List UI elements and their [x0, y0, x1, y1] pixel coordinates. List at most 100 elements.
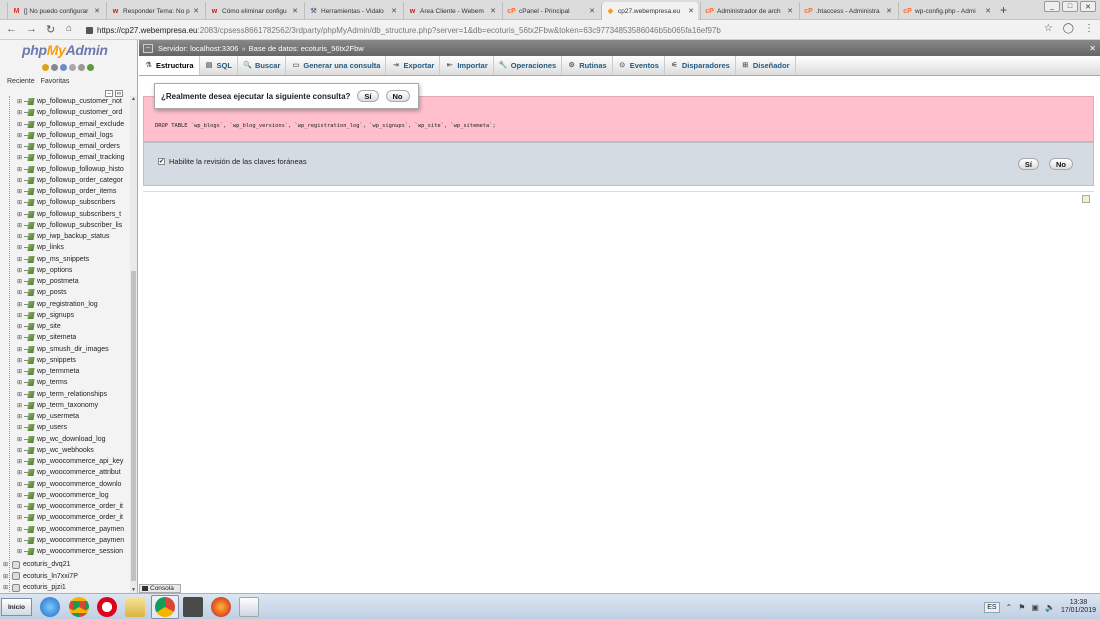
url-field[interactable]: https://cp27.webempresa.eu:2083/cpsess86… [86, 23, 1056, 37]
expand-icon[interactable]: ⊞ [17, 402, 24, 409]
yes-button[interactable]: Sí [1017, 158, 1039, 170]
expand-icon[interactable]: ⊞ [17, 188, 24, 195]
expand-icon[interactable]: ⊞ [17, 222, 24, 229]
tree-table-item[interactable]: ⊞ wp_woocommerce_order_it [17, 512, 129, 523]
tree-table-item[interactable]: ⊞ wp_term_relationships [17, 389, 129, 400]
language-indicator[interactable]: ES [984, 601, 1000, 613]
network-icon[interactable]: ▣ [1031, 603, 1039, 612]
expand-icon[interactable]: ⊞ [17, 301, 24, 308]
flag-icon[interactable]: ⚑ [1018, 603, 1025, 612]
tree-table-item[interactable]: ⊞ wp_woocommerce_paymen [17, 535, 129, 546]
expand-icon[interactable]: ⊞ [17, 469, 24, 476]
recent-tab[interactable]: Reciente [7, 78, 35, 85]
maximize-icon[interactable]: □ [1062, 1, 1078, 12]
java-icon[interactable] [239, 597, 259, 617]
expand-icon[interactable]: ⊞ [17, 98, 24, 105]
browser-tab[interactable]: cP .htaccess - Administra ✕ [799, 2, 896, 20]
tree-table-item[interactable]: ⊞ wp_registration_log [17, 299, 129, 310]
home-icon[interactable]: ⌂ [66, 23, 72, 34]
browser-tab[interactable]: w Responder Tema: No p ✕ [106, 2, 203, 20]
extension-icon[interactable]: ◯ [1063, 23, 1074, 34]
home-icon[interactable] [42, 64, 49, 71]
firefox-icon[interactable] [211, 597, 231, 617]
phpmyadmin-logo[interactable]: phpMyAdmin [22, 42, 108, 58]
expand-icon[interactable]: ⊞ [17, 256, 24, 263]
expand-icon[interactable]: ⊞ [17, 233, 24, 240]
expand-icon[interactable]: ⊞ [17, 413, 24, 420]
tab-close-icon[interactable]: ✕ [94, 7, 100, 15]
tree-table-item[interactable]: ⊞ wp_options [17, 265, 129, 276]
console-toggle[interactable]: Consola [139, 584, 181, 593]
tree-table-item[interactable]: ⊞ wp_termmeta [17, 366, 129, 377]
browser-tab[interactable]: ◆ cp27.webempresa.eu ✕ [601, 2, 698, 20]
tree-table-item[interactable]: ⊞ wp_iwp_backup_status [17, 231, 129, 242]
tab-export[interactable]: ⇥ Exportar [386, 56, 441, 75]
browser-tab[interactable]: w Área Cliente - Webem ✕ [403, 2, 500, 20]
close-window-icon[interactable]: ✕ [1080, 1, 1096, 12]
expand-icon[interactable]: ⊞ [17, 368, 24, 375]
browser-tab[interactable]: cP wp-config.php - Admi ✕ [898, 2, 995, 20]
tab-close-icon[interactable]: ✕ [787, 7, 793, 15]
expand-icon[interactable]: ⊞ [17, 267, 24, 274]
expand-icon[interactable]: ⊞ [17, 346, 24, 353]
expand-icon[interactable]: ⊞ [17, 244, 24, 251]
tree-table-item[interactable]: ⊞ wp_woocommerce_paymen [17, 524, 129, 535]
expand-icon[interactable]: ⊞ [17, 334, 24, 341]
expand-icon[interactable]: ⊞ [17, 357, 24, 364]
expand-icon[interactable]: ⊞ [17, 526, 24, 533]
expand-icon[interactable]: ⊞ [17, 132, 24, 139]
chrome-active-icon[interactable] [155, 597, 175, 617]
bookmark-star-icon[interactable]: ☆ [1044, 23, 1053, 34]
start-button[interactable]: Inicio [1, 598, 32, 616]
expand-icon[interactable]: ⊞ [17, 121, 24, 128]
reload-icon[interactable]: ↻ [46, 23, 55, 36]
scrollbar-thumb[interactable] [131, 271, 136, 581]
expand-icon[interactable]: ⊞ [17, 109, 24, 116]
tree-table-item[interactable]: ⊞ wp_followup_subscribers_t [17, 209, 129, 220]
tree-table-item[interactable]: ⊞ wp_site [17, 321, 129, 332]
tree-table-item[interactable]: ⊞ wp_wc_webhooks [17, 445, 129, 456]
expand-icon[interactable]: ⊞ [17, 143, 24, 150]
tree-table-item[interactable]: ⊞ wp_woocommerce_api_key [17, 456, 129, 467]
tree-table-item[interactable]: ⊞ wp_woocommerce_session [17, 546, 129, 557]
tree-table-item[interactable]: ⊞ wp_followup_email_tracking [17, 152, 129, 163]
expand-icon[interactable]: ⊞ [3, 561, 12, 568]
tab-close-icon[interactable]: ✕ [490, 7, 496, 15]
tree-table-item[interactable]: ⊞ wp_woocommerce_order_it [17, 501, 129, 512]
browser-tab[interactable]: cP cPanel - Principal ✕ [502, 2, 599, 20]
tab-routines[interactable]: ⚙ Rutinas [562, 56, 613, 75]
tree-scrollbar[interactable]: ▲ ▼ [130, 96, 137, 593]
tree-table-item[interactable]: ⊞ wp_followup_order_categor [17, 175, 129, 186]
clock[interactable]: 13:38 17/01/2019 [1061, 599, 1096, 615]
tab-sql[interactable]: ▤ SQL [200, 56, 238, 75]
tree-table-item[interactable]: ⊞ wp_posts [17, 287, 129, 298]
confirm-no-button[interactable]: No [385, 90, 410, 102]
tree-table-item[interactable]: ⊞ wp_woocommerce_log [17, 490, 129, 501]
expand-icon[interactable]: ⊞ [17, 436, 24, 443]
tree-table-item[interactable]: ⊞ wp_followup_subscribers [17, 197, 129, 208]
tree-table-item[interactable]: ⊞ wp_woocommerce_attribut [17, 467, 129, 478]
tree-table-item[interactable]: ⊞ wp_links [17, 242, 129, 253]
expand-icon[interactable]: ⊞ [17, 199, 24, 206]
tab-search[interactable]: 🔍 Buscar [238, 56, 287, 75]
breadcrumb-server[interactable]: Servidor: localhost:3306 [158, 44, 238, 53]
tab-close-icon[interactable]: ✕ [391, 7, 397, 15]
expand-icon[interactable]: ⊞ [17, 447, 24, 454]
browser-tab[interactable]: ⚒ Herramientas - Vidalo ✕ [304, 2, 401, 20]
logout-icon[interactable] [51, 64, 58, 71]
tree-table-item[interactable]: ⊞ wp_smush_dir_images [17, 344, 129, 355]
expand-icon[interactable]: ⊞ [17, 537, 24, 544]
expand-icon[interactable]: ⊞ [3, 573, 12, 580]
tree-table-item[interactable]: ⊞ wp_term_taxonomy [17, 400, 129, 411]
expand-icon[interactable]: ⊞ [3, 584, 12, 591]
tab-close-icon[interactable]: ✕ [688, 7, 694, 15]
favorites-tab[interactable]: Favoritas [41, 78, 70, 85]
tab-structure[interactable]: ⚗ Estructura [139, 56, 200, 75]
confirm-yes-button[interactable]: Sí [357, 90, 379, 102]
expand-icon[interactable]: ⊞ [17, 391, 24, 398]
tab-close-icon[interactable]: ✕ [292, 7, 298, 15]
expand-icon[interactable]: ⊞ [17, 492, 24, 499]
tree-table-item[interactable]: ⊞ wp_signups [17, 310, 129, 321]
settings-icon[interactable]: ✕ [1089, 44, 1096, 53]
back-arrow-icon[interactable]: ← [6, 23, 17, 35]
